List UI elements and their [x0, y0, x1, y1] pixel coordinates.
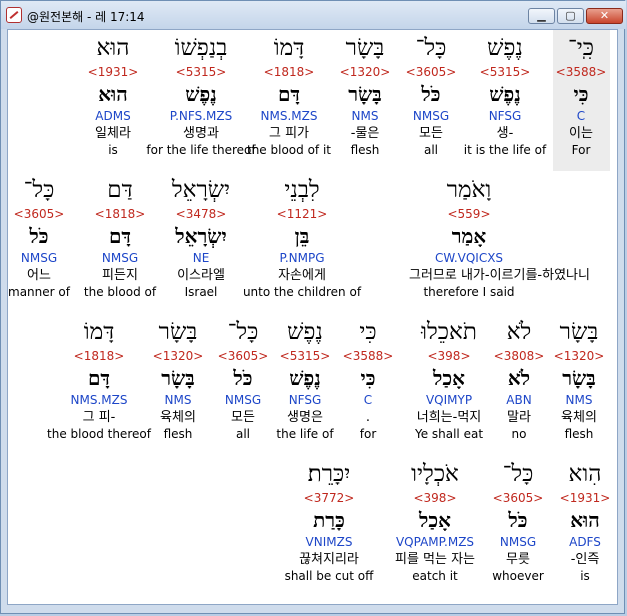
- morphology-code: VQPAMP.MZS: [395, 535, 475, 549]
- korean-gloss: 끊쳐지리라: [299, 552, 359, 567]
- lemma-word: דָּם: [87, 366, 111, 390]
- word-block[interactable]: אֹכְלָיו <398> אָכַל VQPAMP.MZS 피를 먹는 자는 eatc…: [375, 460, 495, 584]
- minimize-button[interactable]: ▁: [528, 8, 555, 24]
- english-gloss: manner of: [8, 285, 70, 299]
- title-bar[interactable]: @원전본해 - 레 17:14 ▁ ▢ ✕: [1, 1, 626, 29]
- lemma-word: כָּרַת: [313, 508, 345, 532]
- lemma-word: כֹּל: [29, 224, 49, 248]
- korean-gloss: 피를 먹는 자는: [394, 552, 476, 567]
- word-block[interactable]: יִכָּרֵת׃ <3772> כָּרַת VNIMZS 끊쳐지리라 shall be…: [269, 460, 389, 584]
- english-gloss: therefore I said: [423, 285, 515, 299]
- hebrew-word: וָאֹמַר: [446, 177, 492, 203]
- english-gloss: shall be cut off: [284, 569, 374, 583]
- status-bar: [7, 605, 618, 613]
- hebrew-word: יִכָּרֵת׃: [307, 461, 351, 487]
- strong-number[interactable]: <1931>: [53, 63, 173, 81]
- hebrew-word: אֹכְלָיו: [411, 461, 459, 487]
- maximize-button[interactable]: ▢: [557, 8, 584, 24]
- morphology-code: ADMS: [95, 109, 131, 123]
- morphology-code: NMS.MZS: [70, 393, 128, 407]
- morphology-code: NMSG: [20, 251, 58, 265]
- word-block[interactable]: הוּא <1931> הוּא ADMS 일체라 is: [53, 34, 173, 158]
- strong-number[interactable]: <559>: [409, 205, 529, 223]
- korean-gloss: 어느: [27, 268, 51, 283]
- strong-number[interactable]: <398>: [375, 489, 495, 507]
- app-icon[interactable]: [6, 7, 22, 23]
- hebrew-word: כָּל־: [23, 177, 55, 203]
- hebrew-word: דָּמוֹ: [83, 319, 115, 345]
- lemma-word: אָמַר: [451, 224, 487, 248]
- hebrew-word: הוּא: [96, 35, 130, 61]
- word-block[interactable]: כָּל־ <3605> כֹּל NMSG 어느 manner of: [8, 176, 99, 300]
- interlinear-panel: כִּֽי־ <3588> כִּי C 이는 For נֶפֶשׁ <5315> נֶפֶשׁ…: [7, 29, 618, 605]
- korean-gloss: 그 피-: [82, 410, 116, 425]
- word-block[interactable]: דָּמוֹ <1818> דָּם NMS.MZS 그 피-the blood the…: [39, 318, 159, 442]
- english-gloss: the blood thereof: [47, 427, 151, 441]
- strong-number[interactable]: <3772>: [269, 489, 389, 507]
- window-title: @원전본해 - 레 17:14: [27, 10, 145, 24]
- lemma-word: אָכַל: [419, 508, 451, 532]
- lemma-word: הוּא: [98, 82, 128, 106]
- strong-number[interactable]: <1818>: [39, 347, 159, 365]
- english-gloss: eatch it: [412, 569, 458, 583]
- strong-number[interactable]: <3605>: [8, 205, 99, 223]
- word-block[interactable]: וָאֹמַר <559> אָמַר CW.VQICXS 그러므로 내가-이르기를-하…: [409, 176, 590, 300]
- morphology-code: CW.VQICXS: [434, 251, 504, 265]
- morphology-code: VNIMZS: [305, 535, 353, 549]
- english-gloss: is: [108, 143, 118, 157]
- korean-gloss: 그러므로 내가-이르기를-하였나니: [409, 268, 590, 283]
- korean-gloss: 일체라: [95, 126, 131, 141]
- close-button[interactable]: ✕: [586, 8, 623, 24]
- app-window: @원전본해 - 레 17:14 ▁ ▢ ✕ כִּֽי־ <3588> כִּי C 이…: [0, 0, 626, 614]
